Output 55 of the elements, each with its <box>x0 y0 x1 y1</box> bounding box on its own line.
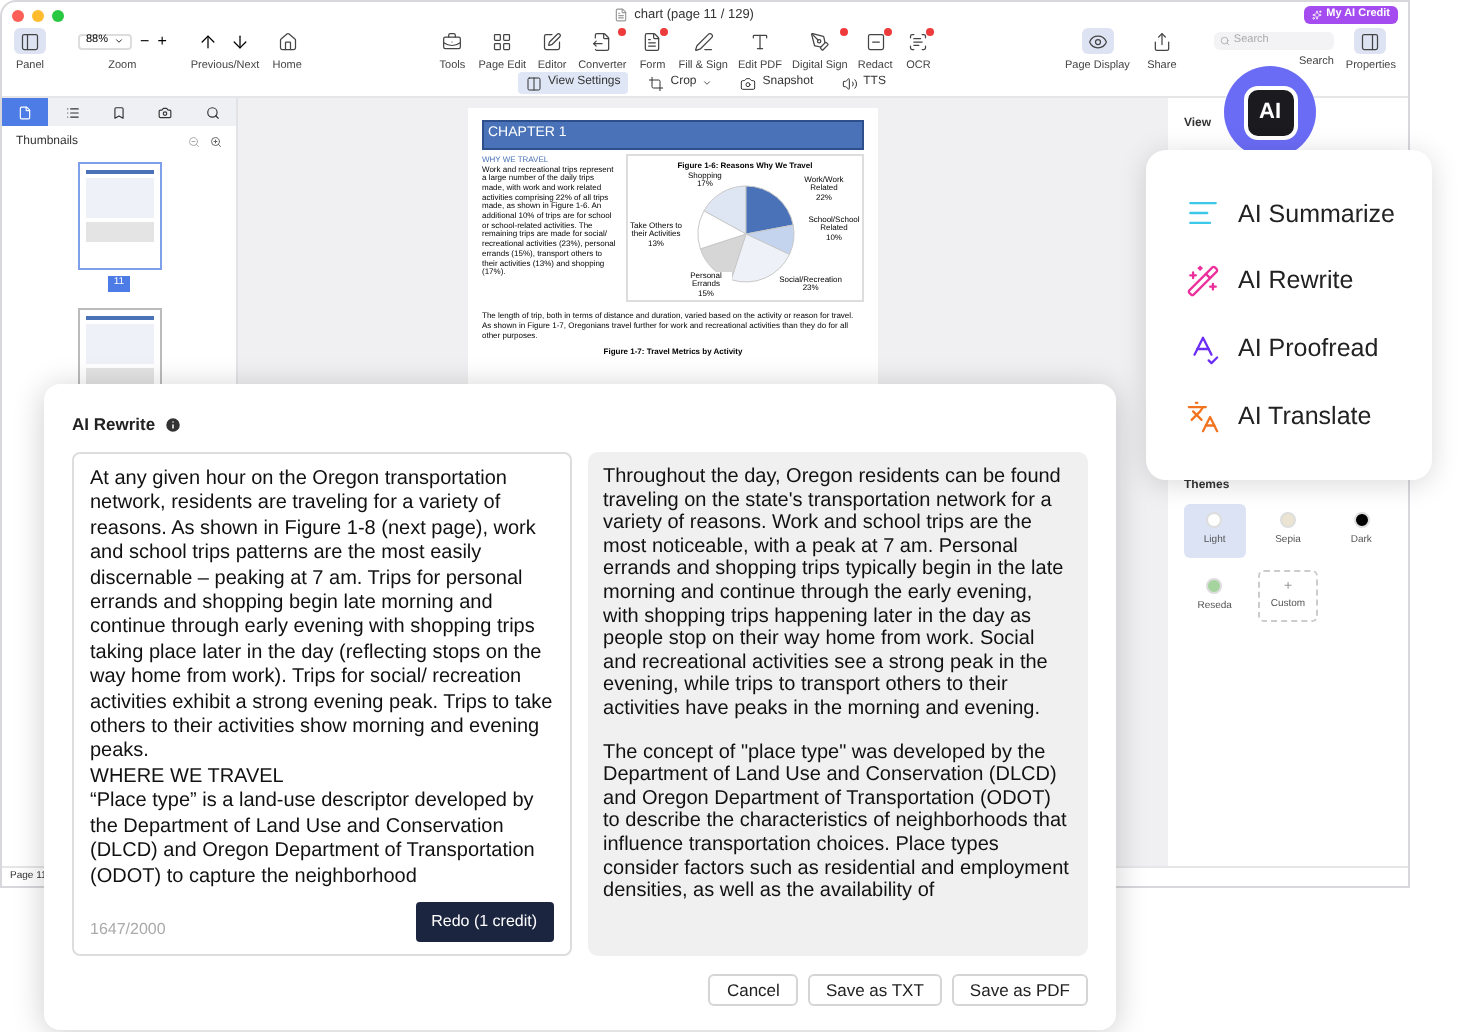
pie-slice <box>696 209 746 249</box>
menu-item[interactable]: AI Summarize <box>1186 195 1432 233</box>
input-text: “Place type” is a land-use descriptor developed by the Department of Land Use and Conservation (DLCD) and Oregon Department of Transportation (ODOT) to capture the neighborhood <box>90 790 537 890</box>
pen-nib-icon <box>809 31 830 51</box>
dialog-title: AI Rewrite <box>72 411 156 437</box>
input-text: At any given hour on the Oregon transportation network, residents are traveling for a variety of reasons. As shown in Figure 1-8 (next page), work and school trips patterns are the most easily discernable – peaking at 7 am. Trips for personal errands and shopping begin late morning and continue through early evening with shopping trips taking place later in the day (reflecting stops on the way home from work). Trips for social/ recreation activities exhibit a strong evening peak. Trips to take others to their activities show morning and evening peaks. <box>90 468 554 766</box>
caret-icon <box>114 36 125 46</box>
camera-icon <box>158 105 173 119</box>
speaker-icon <box>841 75 858 91</box>
zoom-out-button[interactable]: − <box>140 33 150 49</box>
input-text-area[interactable] <box>72 452 572 956</box>
list-icon <box>65 105 80 119</box>
search-icon <box>205 105 220 119</box>
briefcase-icon <box>442 31 463 51</box>
arrow-down-icon[interactable] <box>230 31 251 51</box>
caret-icon <box>702 78 713 88</box>
menu-item[interactable]: AI Translate <box>1186 397 1432 435</box>
input-text: WHERE WE TRAVEL <box>90 765 286 791</box>
dialog-button[interactable]: Cancel <box>708 973 798 1006</box>
grid-icon <box>492 31 513 51</box>
search-icon <box>1219 36 1230 46</box>
pen-square-icon <box>542 31 563 51</box>
bookmark-icon <box>112 105 127 119</box>
sidebar-tab[interactable] <box>2 98 49 126</box>
redo-button[interactable]: Redo (1 credit) <box>415 901 554 942</box>
crop-icon <box>648 75 665 91</box>
info-icon[interactable] <box>163 415 182 433</box>
panel-icon <box>20 31 40 51</box>
arrow-up-icon[interactable] <box>198 31 219 51</box>
share-icon <box>1151 31 1172 51</box>
close-icon[interactable] <box>12 9 24 21</box>
pen-icon <box>693 31 714 51</box>
house-icon <box>277 31 298 51</box>
dialog-button[interactable]: Save as PDF <box>951 973 1088 1006</box>
form-icon <box>642 31 663 51</box>
text-icon <box>750 31 770 51</box>
result-text: Throughout the day, Oregon residents can be found traveling on the state's transportation network for a variety of reasons. Work and school trips are the most noticeable, with a peak at 7 am. Personal errands and shopping trips typically begin in the late morning and continue through the early evening, with shopping trips happening later in the day as people stop on their way home from work. Social and recreational activities see a strong peak in the evening, while trips to transport others to their activities have peaks in the morning and evening. <box>603 466 1066 722</box>
redact-icon <box>865 31 886 51</box>
menu-item[interactable]: AI Rewrite <box>1186 262 1432 300</box>
result-text: The concept of "place type" was developed by the Department of Land Use and Conservation (DLCD) and Oregon Department of Transportation (ODOT) to describe the characteristics of neighborhoods that influence transportation choices. Place types consider factors such as residential and employment densities, as well as the availability of <box>603 741 1071 904</box>
columns-icon <box>526 75 542 91</box>
zoom-in-button[interactable]: + <box>157 33 167 49</box>
menu-item[interactable]: AI Proofread <box>1186 330 1432 368</box>
scan-icon <box>908 31 929 51</box>
page-thumbnail[interactable] <box>77 162 161 270</box>
dialog-button[interactable]: Save as TXT <box>807 973 942 1006</box>
document-icon <box>614 8 629 22</box>
eye-icon <box>1087 31 1108 51</box>
character-counter: 1647/2000 <box>90 917 166 942</box>
camera-icon <box>740 75 757 91</box>
page-icon <box>18 105 33 119</box>
sparkle-icon <box>1312 10 1323 20</box>
file-export-icon <box>592 31 613 51</box>
zoom-in-icon[interactable] <box>210 136 222 148</box>
panel-icon <box>1360 31 1381 51</box>
